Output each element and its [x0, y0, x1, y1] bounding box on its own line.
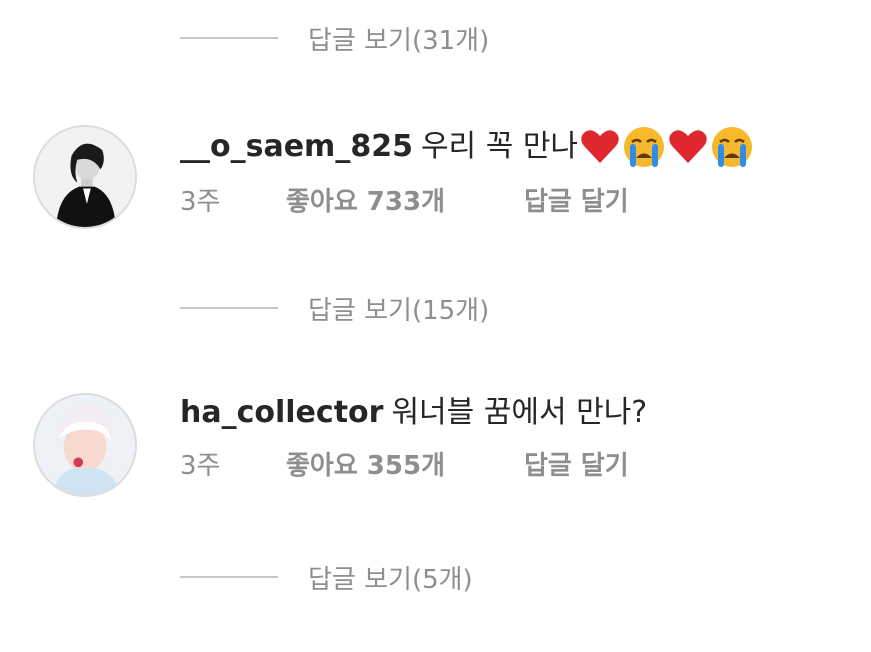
- likes-count[interactable]: 좋아요 355개: [286, 445, 524, 482]
- view-replies-label: 답글 보기(31개): [308, 25, 490, 56]
- view-replies-label: 답글 보기(15개): [308, 295, 490, 326]
- heart-icon: [580, 129, 620, 165]
- avatar[interactable]: [33, 393, 137, 497]
- crying-face-icon: [622, 125, 666, 169]
- reply-divider-line: [180, 576, 278, 578]
- comment-timestamp: 3주: [180, 187, 221, 217]
- profile-photo-icon: [35, 127, 135, 227]
- heart-icon: [668, 129, 708, 165]
- view-replies-button[interactable]: 답글 보기(31개): [180, 18, 489, 58]
- view-replies-button[interactable]: 답글 보기(15개): [180, 288, 489, 328]
- profile-photo-icon: [35, 395, 135, 495]
- avatar[interactable]: [33, 125, 137, 229]
- comment-timestamp: 3주: [180, 451, 221, 481]
- view-replies-button[interactable]: 답글 보기(5개): [180, 557, 473, 597]
- likes-count[interactable]: 좋아요 733개: [286, 181, 524, 218]
- comment-username[interactable]: ha_collector: [180, 393, 383, 433]
- reply-divider-line: [180, 307, 278, 309]
- reply-button[interactable]: 답글 달기: [524, 445, 629, 482]
- reply-divider-line: [180, 37, 278, 39]
- comment-username[interactable]: __o_saem_825: [180, 127, 413, 167]
- crying-face-icon: [710, 125, 754, 169]
- comment-text: 우리 꼭 만나: [420, 129, 579, 164]
- reply-button[interactable]: 답글 달기: [524, 181, 629, 218]
- comment-text: 워너블 꿈에서 만나?: [391, 395, 648, 430]
- view-replies-label: 답글 보기(5개): [308, 564, 473, 595]
